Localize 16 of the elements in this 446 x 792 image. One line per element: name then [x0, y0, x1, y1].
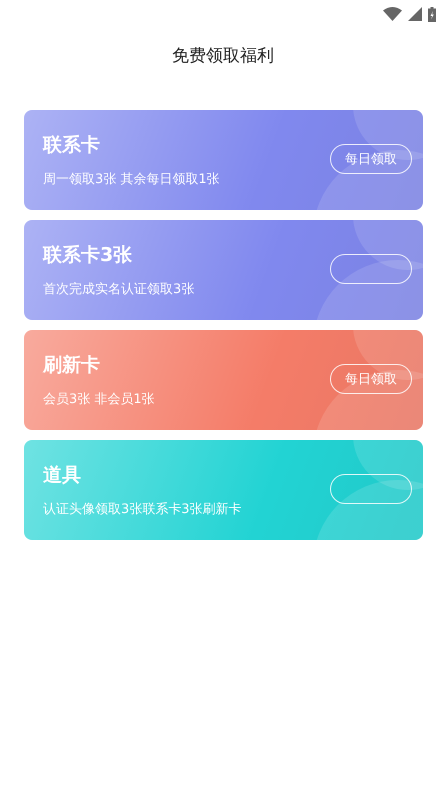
page-title: 免费领取福利	[172, 44, 274, 66]
claim-button[interactable]	[330, 254, 412, 284]
card-description: 首次完成实名认证领取3张	[43, 281, 194, 298]
card-title: 联系卡3张	[43, 243, 134, 268]
card-title: 道具	[43, 463, 82, 488]
card-description: 周一领取3张 其余每日领取1张	[43, 171, 220, 188]
card-description: 认证头像领取3张联系卡3张刷新卡	[43, 501, 242, 518]
claim-button[interactable]: 每日领取	[330, 144, 412, 174]
claim-button[interactable]: 每日领取	[330, 364, 412, 394]
card-title: 刷新卡	[43, 353, 101, 378]
card-title: 联系卡	[43, 133, 101, 158]
battery-icon	[428, 6, 436, 22]
card-description: 会员3张 非会员1张	[43, 391, 155, 408]
wifi-icon	[383, 7, 402, 21]
claim-button[interactable]	[330, 474, 412, 504]
signal-icon	[408, 7, 422, 21]
